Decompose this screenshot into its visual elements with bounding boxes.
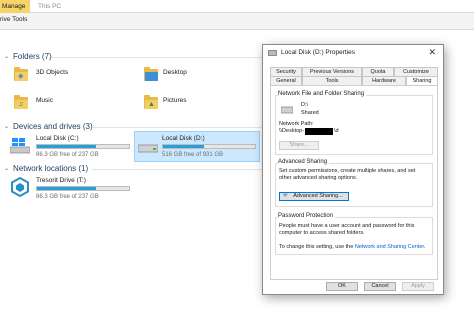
windows-drive-icon [10, 138, 30, 154]
drive-usage-bar [36, 144, 130, 149]
folder-pictures[interactable]: ▲ Pictures [144, 94, 186, 110]
folder-music[interactable]: ♫ Music [14, 94, 53, 110]
apply-button[interactable]: Apply [402, 282, 434, 291]
advanced-sharing-button-label: Advanced Sharing... [293, 193, 343, 199]
properties-dialog: Local Disk (D:) Properties ✕ Security Pr… [262, 44, 444, 295]
3d-objects-folder-icon: ◆ [14, 66, 28, 82]
tab-previous-versions[interactable]: Previous Versions [302, 67, 362, 76]
tab-row-lower: General Tools Hardware Sharing [270, 76, 438, 86]
folder-desktop[interactable]: Desktop [144, 66, 187, 82]
network-drive-t-tile[interactable]: Tresorit Drive (T:) 86.3 GB free of 237 … [8, 176, 134, 204]
share-name: D:\ [301, 102, 309, 108]
password-section-title: Password Protection [278, 213, 336, 219]
group-divider [92, 169, 262, 170]
folder-label: Desktop [163, 69, 187, 76]
share-button[interactable]: Share... [279, 141, 319, 150]
share-state: Shared [301, 110, 319, 116]
network-path-prefix: \\Desktop- [279, 128, 305, 134]
redacted-block [305, 128, 333, 135]
group-divider [92, 127, 262, 128]
password-change-prefix: To change this setting, use the [279, 244, 355, 250]
folders-group-label: Folders (7) [13, 52, 52, 61]
drive-d-tile[interactable]: Local Disk (D:) 516 GB free of 931 GB [136, 134, 260, 162]
folder-label: Pictures [163, 97, 187, 104]
group-divider [52, 57, 262, 58]
drive-usage-bar [162, 144, 256, 149]
network-group-label: Network locations (1) [13, 164, 89, 173]
password-change-suffix: . [423, 244, 426, 250]
network-sharing-center-link[interactable]: Network and Sharing Center [355, 244, 424, 250]
network-path-suffix: \d [334, 128, 339, 134]
tab-security[interactable]: Security [270, 67, 302, 76]
drive-usage-fill [37, 145, 96, 148]
drive-usage-fill [37, 187, 96, 190]
devices-group-header[interactable]: ⌄ Devices and drives (3) [4, 122, 93, 131]
cancel-button[interactable]: Cancel [364, 282, 396, 291]
hard-drive-icon [138, 144, 158, 153]
tab-hardware[interactable]: Hardware [362, 76, 406, 85]
advanced-section-title: Advanced Sharing [278, 159, 330, 165]
drive-tools-label: rive Tools [0, 16, 28, 23]
tab-general[interactable]: General [270, 76, 302, 85]
folder-3d-objects[interactable]: ◆ 3D Objects [14, 66, 68, 82]
music-folder-icon: ♫ [14, 94, 28, 110]
ok-button[interactable]: OK [326, 282, 358, 291]
tab-quota[interactable]: Quota [362, 67, 394, 76]
folder-label: Music [36, 97, 53, 104]
advanced-sharing-button[interactable]: ⛨ Advanced Sharing... [279, 192, 349, 201]
password-change-text: To change this setting, use the Network … [279, 244, 425, 250]
devices-group-label: Devices and drives (3) [13, 122, 93, 131]
tresorit-drive-icon [11, 177, 29, 197]
tab-this-pc[interactable]: This PC [38, 0, 61, 13]
chevron-down-icon: ⌄ [4, 124, 10, 130]
dialog-title-bar: Local Disk (D:) Properties [268, 49, 355, 56]
tab-tools[interactable]: Tools [302, 76, 362, 85]
network-path-label: Network Path: [279, 121, 314, 127]
folders-group-header[interactable]: ⌄ Folders (7) [4, 52, 52, 61]
ribbon-tab-bar: Manage This PC [0, 0, 474, 13]
desktop-folder-icon [144, 66, 158, 82]
tab-row-upper: Security Previous Versions Quota Customi… [270, 67, 438, 76]
ribbon-contextual-bar: rive Tools [0, 13, 474, 30]
drive-usage-bar [36, 186, 130, 191]
shield-icon: ⛨ [283, 193, 288, 199]
drive-free-space: 516 GB free of 931 GB [162, 152, 224, 158]
tab-manage[interactable]: Manage [0, 0, 30, 13]
drive-free-space: 86.3 GB free of 237 GB [36, 152, 99, 158]
drive-name: Local Disk (D:) [162, 135, 205, 142]
nfs-section-title: Network File and Folder Sharing [278, 91, 367, 97]
advanced-description: Set custom permissions, create multiple … [279, 168, 416, 181]
drive-usage-fill [163, 145, 205, 148]
folder-label: 3D Objects [36, 69, 69, 76]
dialog-title: Local Disk (D:) Properties [281, 49, 356, 56]
pictures-folder-icon: ▲ [144, 94, 158, 110]
chevron-down-icon: ⌄ [4, 54, 10, 60]
network-group-header[interactable]: ⌄ Network locations (1) [4, 164, 88, 173]
tab-customize[interactable]: Customize [394, 67, 438, 76]
close-icon[interactable]: ✕ [428, 47, 436, 58]
chevron-down-icon: ⌄ [4, 166, 10, 172]
drive-c-tile[interactable]: Local Disk (C:) 86.3 GB free of 237 GB [8, 134, 134, 162]
drive-name: Local Disk (C:) [36, 135, 79, 142]
password-description: People must have a user account and pass… [279, 223, 415, 236]
drive-free-space: 86.3 GB free of 237 GB [36, 194, 99, 200]
drive-name: Tresorit Drive (T:) [36, 177, 86, 184]
shared-drive-icon [281, 106, 293, 114]
drive-icon [268, 49, 277, 56]
